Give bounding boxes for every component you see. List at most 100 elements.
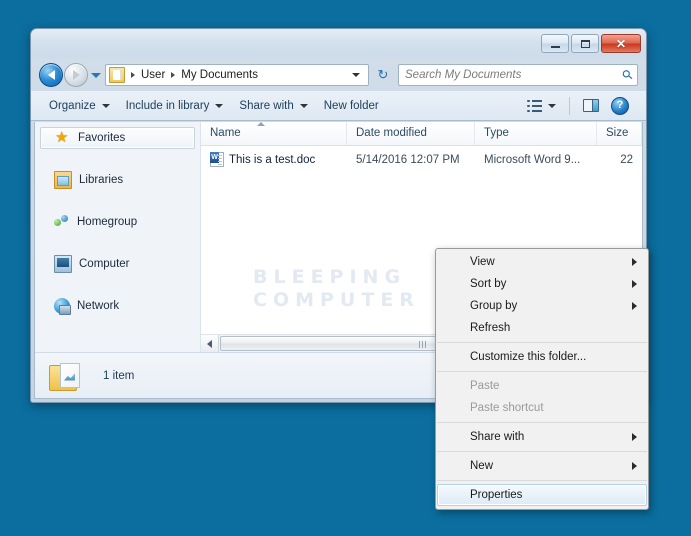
file-date-cell: 5/14/2016 12:07 PM xyxy=(356,153,460,166)
context-menu-item-refresh[interactable]: Refresh xyxy=(437,317,647,339)
submenu-arrow-icon xyxy=(632,433,637,441)
word-document-icon xyxy=(210,152,224,167)
submenu-arrow-icon xyxy=(632,462,637,470)
search-placeholder: Search My Documents xyxy=(405,69,522,81)
context-menu-item-group-by[interactable]: Group by xyxy=(437,295,647,317)
toolbar-new-folder-label: New folder xyxy=(323,99,379,112)
maximize-icon xyxy=(580,39,590,48)
documents-folder-icon xyxy=(109,67,125,83)
arrow-right-icon xyxy=(72,70,80,80)
submenu-arrow-icon xyxy=(632,302,637,310)
column-header-type[interactable]: Type xyxy=(475,122,597,145)
sidebar-item-label: Homegroup xyxy=(77,216,138,228)
address-chevron-down-icon[interactable] xyxy=(352,73,360,77)
recent-pages-chevron-down-icon[interactable] xyxy=(91,72,101,78)
arrow-left-icon xyxy=(47,70,55,80)
context-menu-item-paste-shortcut: Paste shortcut xyxy=(437,397,647,419)
context-menu-item-label: Sort by xyxy=(470,278,507,290)
context-menu-item-paste: Paste xyxy=(437,375,647,397)
refresh-button[interactable]: ↻ xyxy=(371,63,395,87)
context-menu-item-share-with[interactable]: Share with xyxy=(437,426,647,448)
folder-icon xyxy=(49,362,81,391)
search-input[interactable]: Search My Documents ⚲ xyxy=(398,64,638,86)
scroll-left-button[interactable] xyxy=(201,335,219,352)
context-menu-item-label: New xyxy=(470,460,494,472)
sidebar-item-label: Network xyxy=(77,300,120,312)
column-header-name[interactable]: Name xyxy=(201,122,347,145)
context-menu-item-sort-by[interactable]: Sort by xyxy=(437,273,647,295)
toolbar-right-group: ? xyxy=(522,94,636,118)
context-menu-separator xyxy=(437,342,647,343)
context-menu-separator xyxy=(437,451,647,452)
breadcrumb-my-documents[interactable]: My Documents xyxy=(179,69,260,81)
chevron-down-icon xyxy=(548,103,556,108)
preview-pane-button[interactable] xyxy=(578,96,604,115)
toolbar-share-with-button[interactable]: Share with xyxy=(231,97,315,115)
file-type-cell: Microsoft Word 9... xyxy=(484,153,581,166)
context-menu-separator xyxy=(437,422,647,423)
column-headers: Name Date modified Type Size xyxy=(201,122,642,146)
preview-pane-icon xyxy=(583,99,599,112)
watermark: BLEEPING COMPUTER xyxy=(253,266,420,311)
chevron-down-icon xyxy=(299,103,308,108)
context-menu-item-new[interactable]: New xyxy=(437,455,647,477)
context-menu-item-label: View xyxy=(470,256,495,268)
toolbar-include-in-library-button[interactable]: Include in library xyxy=(118,97,232,115)
network-icon xyxy=(54,298,71,315)
sidebar-item-computer[interactable]: Computer xyxy=(40,253,195,275)
context-menu-item-label: Share with xyxy=(470,431,525,443)
file-name-cell[interactable]: This is a test.doc xyxy=(201,152,347,167)
context-menu-separator xyxy=(437,480,647,481)
back-button[interactable] xyxy=(39,63,63,87)
minimize-icon xyxy=(550,45,560,48)
context-menu-item-label: Paste xyxy=(470,380,500,392)
breadcrumb-user[interactable]: User xyxy=(139,69,167,81)
navigation-bar: User My Documents ↻ Search My Documents … xyxy=(31,59,646,91)
context-menu-item-label: Customize this folder... xyxy=(470,351,587,363)
sidebar-item-libraries[interactable]: Libraries xyxy=(40,169,195,191)
navigation-pane: ★ Favorites Libraries Homegroup Computer xyxy=(35,122,201,352)
title-bar[interactable]: ✕ xyxy=(31,29,646,59)
arrow-left-icon xyxy=(207,339,212,348)
help-button[interactable]: ? xyxy=(606,94,634,118)
close-button[interactable]: ✕ xyxy=(601,34,641,53)
column-header-date-modified[interactable]: Date modified xyxy=(347,122,475,145)
column-header-size[interactable]: Size xyxy=(597,122,642,145)
breadcrumb-separator-icon xyxy=(171,72,176,78)
change-view-button[interactable] xyxy=(522,97,561,115)
help-icon: ? xyxy=(611,96,629,115)
toolbar-organize-label: Organize xyxy=(49,99,96,112)
context-menu-item-label: Group by xyxy=(470,300,518,312)
context-menu-item-view[interactable]: View xyxy=(437,251,647,273)
view-list-icon xyxy=(527,99,542,112)
context-menu-item-customize-this-folder[interactable]: Customize this folder... xyxy=(437,346,647,368)
sidebar-item-label: Computer xyxy=(79,258,130,270)
sidebar-item-favorites[interactable]: ★ Favorites xyxy=(40,127,195,149)
table-row[interactable]: This is a test.doc 5/14/2016 12:07 PM Mi… xyxy=(201,150,642,169)
sidebar-item-homegroup[interactable]: Homegroup xyxy=(40,211,195,233)
minimize-button[interactable] xyxy=(541,34,569,53)
sidebar-item-label: Libraries xyxy=(79,174,124,186)
toolbar-organize-button[interactable]: Organize xyxy=(41,97,118,115)
toolbar-new-folder-button[interactable]: New folder xyxy=(316,97,387,115)
command-toolbar: Organize Include in library Share with N… xyxy=(31,91,646,121)
context-menu-item-label: Refresh xyxy=(470,322,511,334)
forward-button[interactable] xyxy=(64,63,88,87)
maximize-button[interactable] xyxy=(571,34,599,53)
context-menu-item-properties[interactable]: Properties xyxy=(437,484,647,506)
search-icon: ⚲ xyxy=(619,66,637,84)
file-size-cell: 22 xyxy=(620,153,633,166)
item-count-label: 1 item xyxy=(103,369,135,382)
sidebar-item-label: Favorites xyxy=(78,132,126,144)
address-bar[interactable]: User My Documents xyxy=(105,64,369,86)
breadcrumb-separator-icon xyxy=(131,72,135,78)
close-icon: ✕ xyxy=(615,36,627,51)
file-name-label: This is a test.doc xyxy=(229,153,316,166)
context-menu-separator xyxy=(437,371,647,372)
toolbar-include-in-library-label: Include in library xyxy=(125,99,210,112)
chevron-down-icon xyxy=(215,103,224,108)
window-controls: ✕ xyxy=(541,34,641,53)
submenu-arrow-icon xyxy=(632,280,637,288)
sidebar-item-network[interactable]: Network xyxy=(40,295,195,317)
context-menu-item-label: Paste shortcut xyxy=(470,402,544,414)
